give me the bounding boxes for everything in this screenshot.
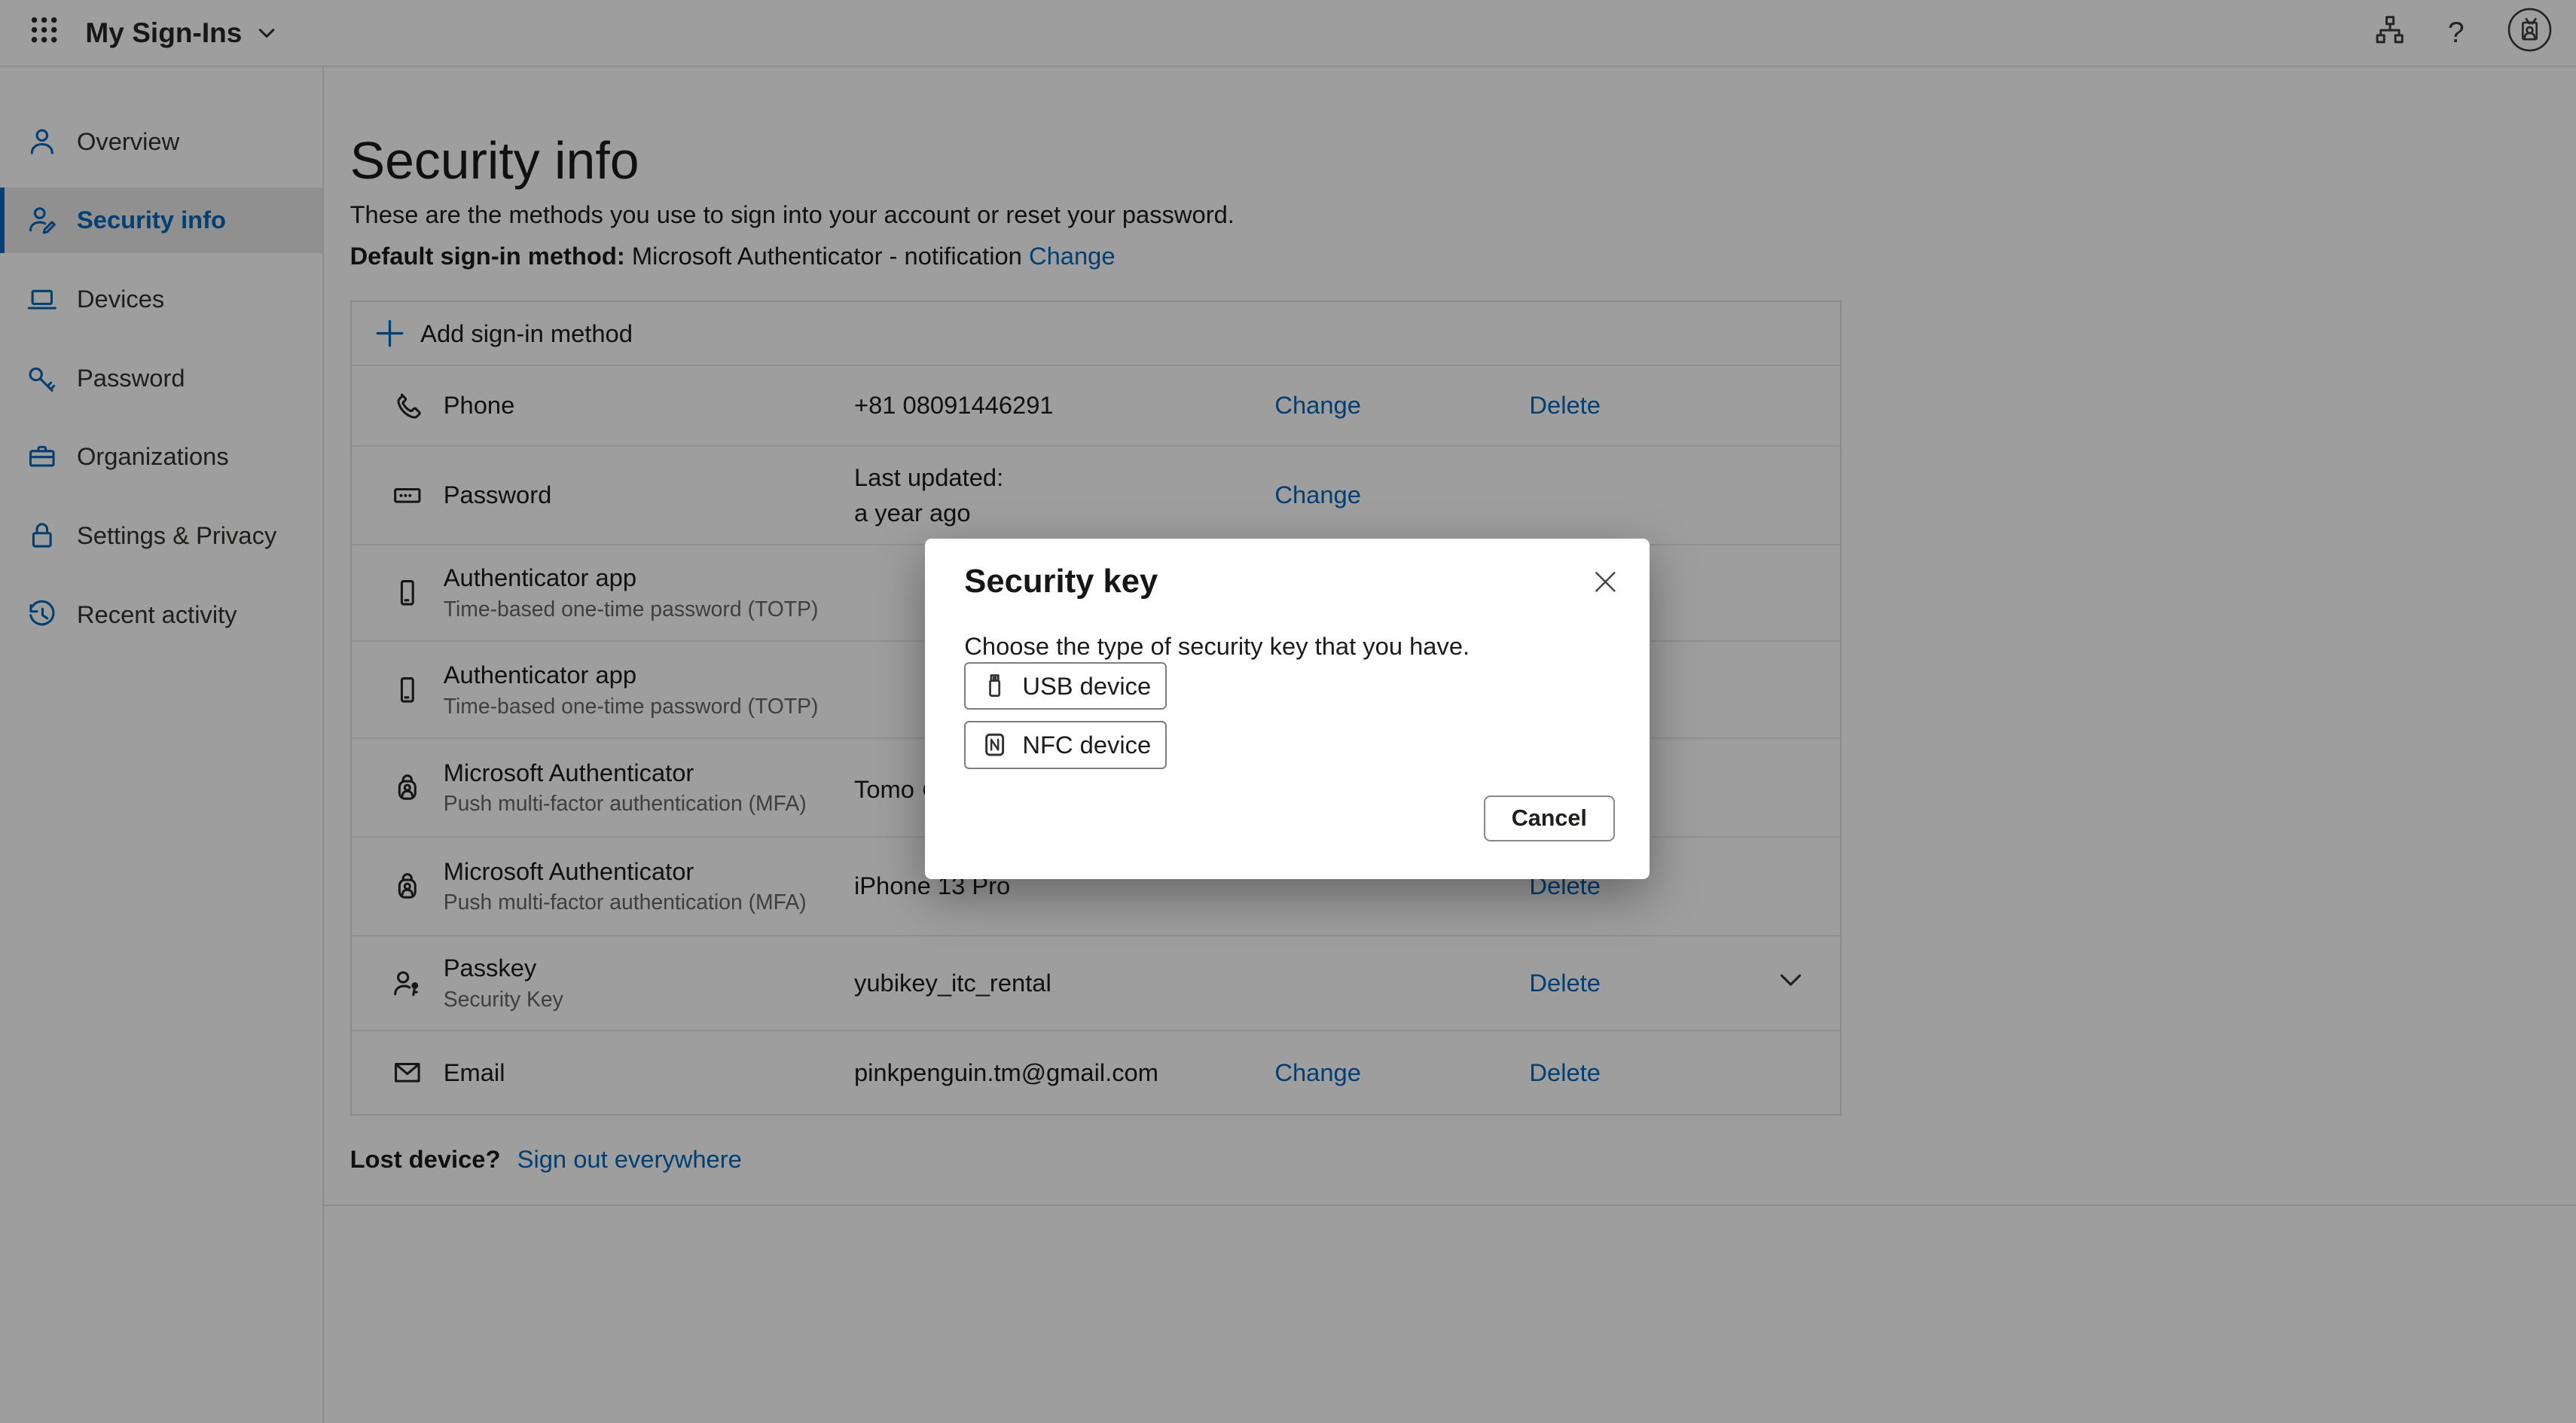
security-key-dialog: Security key Choose the type of security… (925, 539, 1650, 878)
option-label: USB device (1022, 672, 1151, 701)
security-key-options: USB device NFC device (964, 662, 1166, 769)
usb-icon (980, 671, 1009, 701)
cancel-button[interactable]: Cancel (1484, 795, 1615, 841)
close-icon (1593, 570, 1618, 600)
dialog-title: Security key (964, 563, 1158, 600)
page: My Sign-Ins ? Overview Security info (0, 0, 2576, 1423)
security-key-option-usb-device[interactable]: USB device (964, 662, 1166, 710)
dialog-body-text: Choose the type of security key that you… (964, 631, 1470, 661)
nfc-icon (980, 730, 1009, 759)
dialog-close-button[interactable] (1589, 569, 1622, 602)
option-label: NFC device (1022, 731, 1151, 759)
security-key-option-nfc-device[interactable]: NFC device (964, 721, 1166, 768)
